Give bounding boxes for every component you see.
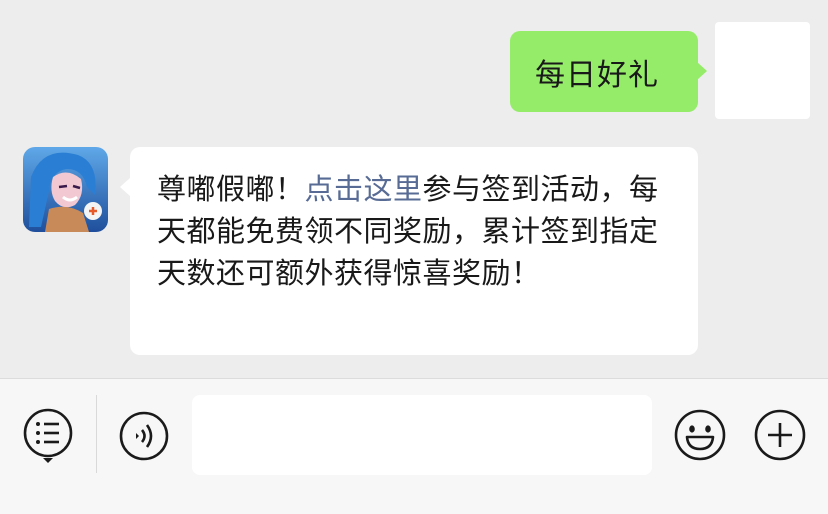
outgoing-message[interactable]: 每日好礼	[510, 31, 707, 112]
divider	[96, 395, 97, 473]
voice-icon	[119, 411, 169, 461]
game-character-avatar-icon	[23, 147, 108, 232]
chat-area: 每日好礼 尊嘟假嘟！点击这里参与签到活动，每天都能免费领不同奖励，累计签到指定天…	[0, 0, 828, 378]
message-text-prefix: 尊嘟假嘟！	[157, 172, 305, 206]
plus-icon	[754, 409, 806, 461]
message-input[interactable]	[192, 395, 652, 475]
voice-button[interactable]	[118, 410, 170, 462]
incoming-message: 尊嘟假嘟！点击这里参与签到活动，每天都能免费领不同奖励，累计签到指定天数还可额外…	[120, 147, 698, 355]
emoji-button[interactable]	[673, 408, 727, 462]
sign-in-link[interactable]: 点击这里	[305, 172, 423, 206]
menu-list-icon	[23, 408, 73, 463]
menu-button[interactable]	[22, 407, 74, 467]
emoji-icon	[674, 409, 726, 461]
avatar[interactable]	[23, 147, 108, 232]
outgoing-message-text: 每日好礼	[535, 57, 659, 93]
self-avatar[interactable]	[715, 22, 810, 119]
more-button[interactable]	[753, 408, 807, 462]
